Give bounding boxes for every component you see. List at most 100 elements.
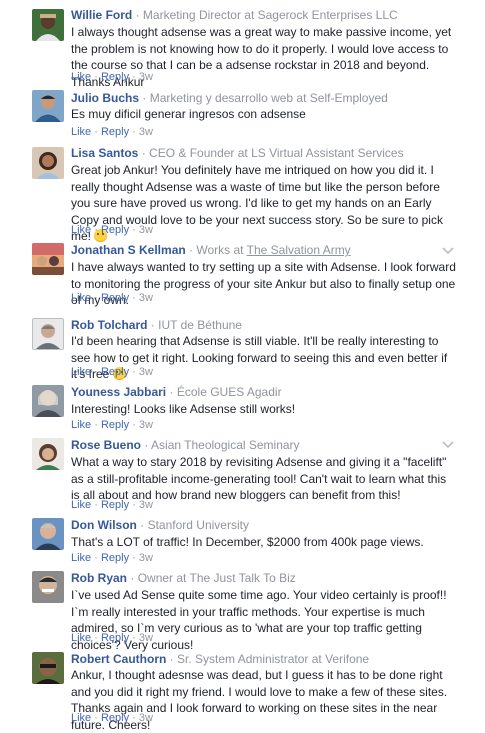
like-button[interactable]: Like (71, 126, 91, 138)
like-button[interactable]: Like (71, 292, 91, 304)
reply-button[interactable]: Reply (101, 126, 129, 138)
avatar[interactable] (32, 90, 64, 122)
timestamp[interactable]: 3w (139, 712, 153, 724)
reply-button[interactable]: Reply (101, 366, 129, 378)
comment-actions: Like · Reply · 3w (71, 291, 153, 305)
author-role: Owner at The Just Talk To Biz (137, 571, 296, 585)
separator: · (132, 71, 136, 83)
comment-text: What a way to stary 2018 by revisiting A… (71, 455, 447, 503)
like-button[interactable]: Like (71, 712, 91, 724)
separator: · (144, 438, 149, 452)
author-name[interactable]: Youness Jabbari (71, 385, 166, 399)
separator: · (94, 499, 98, 511)
comment-text: Es muy dificil generar ingresos con adse… (71, 107, 306, 121)
timestamp[interactable]: 3w (139, 224, 153, 236)
separator: · (132, 419, 136, 431)
like-button[interactable]: Like (71, 224, 91, 236)
author-name[interactable]: Willie Ford (71, 8, 132, 22)
comment-header: Rose Bueno · Asian Theological Seminary (71, 437, 465, 453)
timestamp[interactable]: 3w (139, 499, 153, 511)
like-button[interactable]: Like (71, 552, 91, 564)
like-button[interactable]: Like (71, 632, 91, 644)
comment-header: Don Wilson · Stanford University (71, 517, 465, 533)
comment-text: Interesting! Looks like Adsense still wo… (71, 402, 296, 416)
author-name[interactable]: Rob Tolchard (71, 318, 147, 332)
reply-button[interactable]: Reply (101, 419, 129, 431)
author-name[interactable]: Jonathan S Kellman (71, 243, 186, 257)
comment-actions: Like · Reply · 3w (71, 365, 153, 379)
like-button[interactable]: Like (71, 71, 91, 83)
comment-header: Robert Cauthorn · Sr. System Administrat… (71, 651, 465, 667)
timestamp[interactable]: 3w (139, 292, 153, 304)
avatar[interactable] (32, 243, 64, 275)
comment-text: That's a LOT of traffic! In December, $2… (71, 535, 424, 549)
separator: · (132, 632, 136, 644)
reply-button[interactable]: Reply (101, 224, 129, 236)
author-name[interactable]: Lisa Santos (71, 146, 138, 160)
comment-actions: Like · Reply · 3w (71, 223, 153, 237)
reply-button[interactable]: Reply (101, 552, 129, 564)
timestamp[interactable]: 3w (139, 552, 153, 564)
separator: · (132, 712, 136, 724)
separator: · (140, 518, 145, 532)
timestamp[interactable]: 3w (139, 632, 153, 644)
comment-feed: Willie Ford · Marketing Director at Sage… (0, 0, 485, 732)
author-name[interactable]: Rose Bueno (71, 438, 141, 452)
comment-header: Rob Ryan · Owner at The Just Talk To Biz (71, 570, 465, 586)
reply-button[interactable]: Reply (101, 632, 129, 644)
comment-actions: Like · Reply · 3w (71, 551, 153, 565)
separator: · (94, 126, 98, 138)
like-button[interactable]: Like (71, 366, 91, 378)
author-role: Stanford University (147, 518, 249, 532)
comment-header: Julio Buchs · Marketing y desarrollo web… (71, 90, 465, 106)
author-name[interactable]: Don Wilson (71, 518, 137, 532)
like-button[interactable]: Like (71, 419, 91, 431)
comment-actions: Like · Reply · 3w (71, 70, 153, 84)
avatar[interactable] (32, 385, 64, 417)
author-name[interactable]: Robert Cauthorn (71, 652, 166, 666)
employer-link[interactable]: The Salvation Army (247, 243, 351, 257)
author-name[interactable]: Rob Ryan (71, 571, 127, 585)
author-role: École GUES Agadir (176, 385, 282, 399)
role-prefix: Works at (196, 243, 244, 257)
separator: · (132, 292, 136, 304)
separator: · (142, 91, 147, 105)
timestamp[interactable]: 3w (139, 366, 153, 378)
comment-actions: Like · Reply · 3w (71, 711, 153, 725)
separator: · (94, 71, 98, 83)
chevron-down-icon[interactable] (441, 437, 455, 451)
timestamp[interactable]: 3w (139, 126, 153, 138)
like-button[interactable]: Like (71, 499, 91, 511)
separator: · (132, 499, 136, 511)
author-role: Marketing Director at Sagerock Enterpris… (142, 8, 398, 22)
separator: · (94, 552, 98, 564)
author-name[interactable]: Julio Buchs (71, 91, 139, 105)
reply-button[interactable]: Reply (101, 499, 129, 511)
separator: · (94, 224, 98, 236)
author-role: Sr. System Administrator at Verifone (177, 652, 370, 666)
separator: · (132, 224, 136, 236)
chevron-down-icon[interactable] (441, 243, 455, 257)
avatar[interactable] (32, 9, 64, 41)
avatar[interactable] (32, 652, 64, 684)
reply-button[interactable]: Reply (101, 292, 129, 304)
separator: · (94, 366, 98, 378)
reply-button[interactable]: Reply (101, 712, 129, 724)
avatar[interactable] (32, 318, 64, 350)
reply-button[interactable]: Reply (101, 71, 129, 83)
separator: · (94, 712, 98, 724)
separator: · (94, 292, 98, 304)
avatar[interactable] (32, 147, 64, 179)
separator: · (132, 366, 136, 378)
timestamp[interactable]: 3w (139, 419, 153, 431)
comment-actions: Like · Reply · 3w (71, 498, 153, 512)
avatar[interactable] (32, 518, 64, 550)
author-role: Works at The Salvation Army (196, 243, 350, 257)
comment-actions: Like · Reply · 3w (71, 125, 153, 139)
avatar[interactable] (32, 571, 64, 603)
separator: · (135, 8, 140, 22)
avatar[interactable] (32, 438, 64, 470)
timestamp[interactable]: 3w (139, 71, 153, 83)
comment-header: Youness Jabbari · École GUES Agadir (71, 384, 465, 400)
separator: · (94, 632, 98, 644)
